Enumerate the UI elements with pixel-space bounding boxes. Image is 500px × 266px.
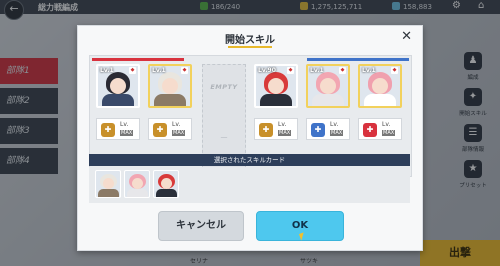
card-body	[98, 189, 119, 197]
skill-level: Lv. MAX	[330, 121, 344, 136]
portrait-face	[372, 78, 388, 94]
skill-max: MAX	[120, 130, 134, 136]
empty-dash: —	[220, 133, 228, 141]
student-portrait-3[interactable]: Lv.90 ◆	[254, 64, 298, 108]
role-mark-icon: ◆	[339, 67, 346, 74]
skill-max: MAX	[330, 130, 344, 136]
portrait-face	[110, 78, 126, 94]
skill-icon: ✚	[311, 123, 325, 137]
skill-level: Lv. MAX	[120, 121, 134, 136]
selected-skill-row	[89, 167, 410, 203]
start-skill-dialog: 開始スキル ✕ Lv.1 ◆ ✚ Lv. MAX Lv.1 ◆ ✚ Lv. MAX Lv.90 ◆ ✚ L…	[77, 25, 423, 251]
card-face	[103, 178, 114, 189]
skill-max: MAX	[172, 130, 186, 136]
student-portrait-1[interactable]: Lv.1 ◆	[96, 64, 140, 108]
skill-level: Lv. MAX	[172, 121, 186, 136]
portrait-face	[268, 78, 284, 94]
selected-skill-card-1[interactable]	[95, 170, 121, 198]
selected-skill-card-3[interactable]	[153, 170, 179, 198]
portrait-level: Lv.90	[258, 67, 276, 74]
skill-level-slot-4: ✚ Lv. MAX	[306, 118, 350, 140]
special-bar	[307, 58, 409, 61]
selected-skill-header: 選択されたスキルカード	[89, 154, 410, 166]
portrait-body	[154, 94, 186, 106]
portrait-body	[102, 94, 134, 106]
skill-level: Lv. MAX	[382, 121, 396, 136]
portrait-body	[364, 94, 396, 106]
skill-level: Lv. MAX	[278, 121, 292, 136]
striker-bar	[92, 58, 184, 61]
skill-max: MAX	[382, 130, 396, 136]
skill-level-slot-2: ✚ Lv. MAX	[148, 118, 192, 140]
close-icon[interactable]: ✕	[401, 29, 412, 44]
empty-label: EMPTY	[210, 83, 238, 91]
empty-slot[interactable]: EMPTY —	[202, 64, 246, 168]
skill-icon: ✚	[363, 123, 377, 137]
portrait-face	[162, 78, 178, 94]
portrait-level: Lv.1	[152, 67, 166, 74]
skill-icon: ✚	[259, 123, 273, 137]
student-portrait-2[interactable]: Lv.1 ◆	[148, 64, 192, 108]
skill-level-slot-1: ✚ Lv. MAX	[96, 118, 140, 140]
card-body	[156, 189, 177, 197]
role-mark-icon: ◆	[129, 67, 136, 74]
role-mark-icon: ◆	[391, 67, 398, 74]
skill-max: MAX	[278, 130, 292, 136]
card-body	[127, 189, 148, 197]
skill-icon: ✚	[153, 123, 167, 137]
dialog-title: 開始スキル	[225, 35, 275, 46]
portrait-level: Lv.1	[310, 67, 324, 74]
student-portrait-4[interactable]: Lv.1 ◆	[306, 64, 350, 108]
skill-level-slot-5: ✚ Lv. MAX	[358, 118, 402, 140]
portrait-body	[312, 94, 344, 106]
portrait-level: Lv.1	[362, 67, 376, 74]
portrait-level: Lv.1	[100, 67, 114, 74]
skill-icon: ✚	[101, 123, 115, 137]
selected-skill-card-2[interactable]	[124, 170, 150, 198]
card-face	[132, 178, 143, 189]
portrait-face	[320, 78, 336, 94]
role-mark-icon: ◆	[287, 67, 294, 74]
card-face	[161, 178, 172, 189]
cancel-button[interactable]: キャンセル	[158, 211, 244, 241]
title-underline	[228, 46, 272, 48]
portrait-body	[260, 94, 292, 106]
role-mark-icon: ◆	[181, 67, 188, 74]
skill-level-slot-3: ✚ Lv. MAX	[254, 118, 298, 140]
student-portrait-5[interactable]: Lv.1 ◆	[358, 64, 402, 108]
